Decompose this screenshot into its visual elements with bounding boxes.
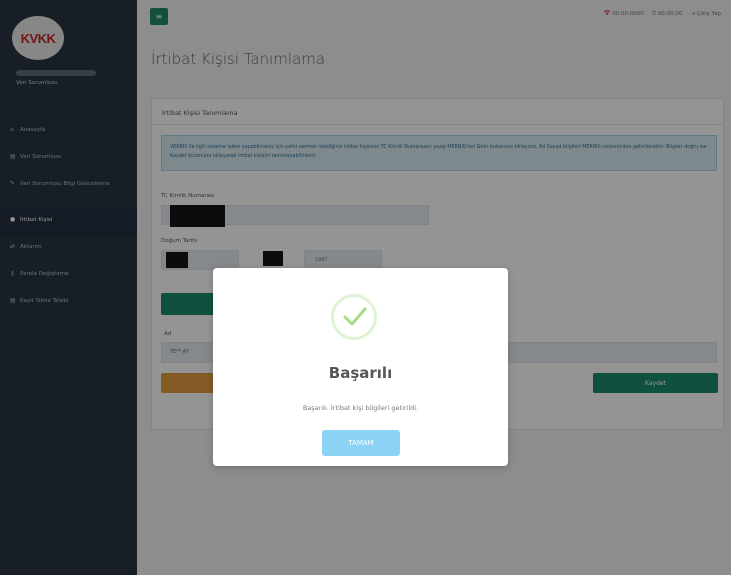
ok-button[interactable]: TAMAM xyxy=(322,430,400,456)
dialog-title: Başarılı xyxy=(328,364,393,382)
success-check-icon xyxy=(331,294,377,340)
dialog-message: Başarılı. İrtibat kişi bilgileri getiril… xyxy=(302,404,419,412)
